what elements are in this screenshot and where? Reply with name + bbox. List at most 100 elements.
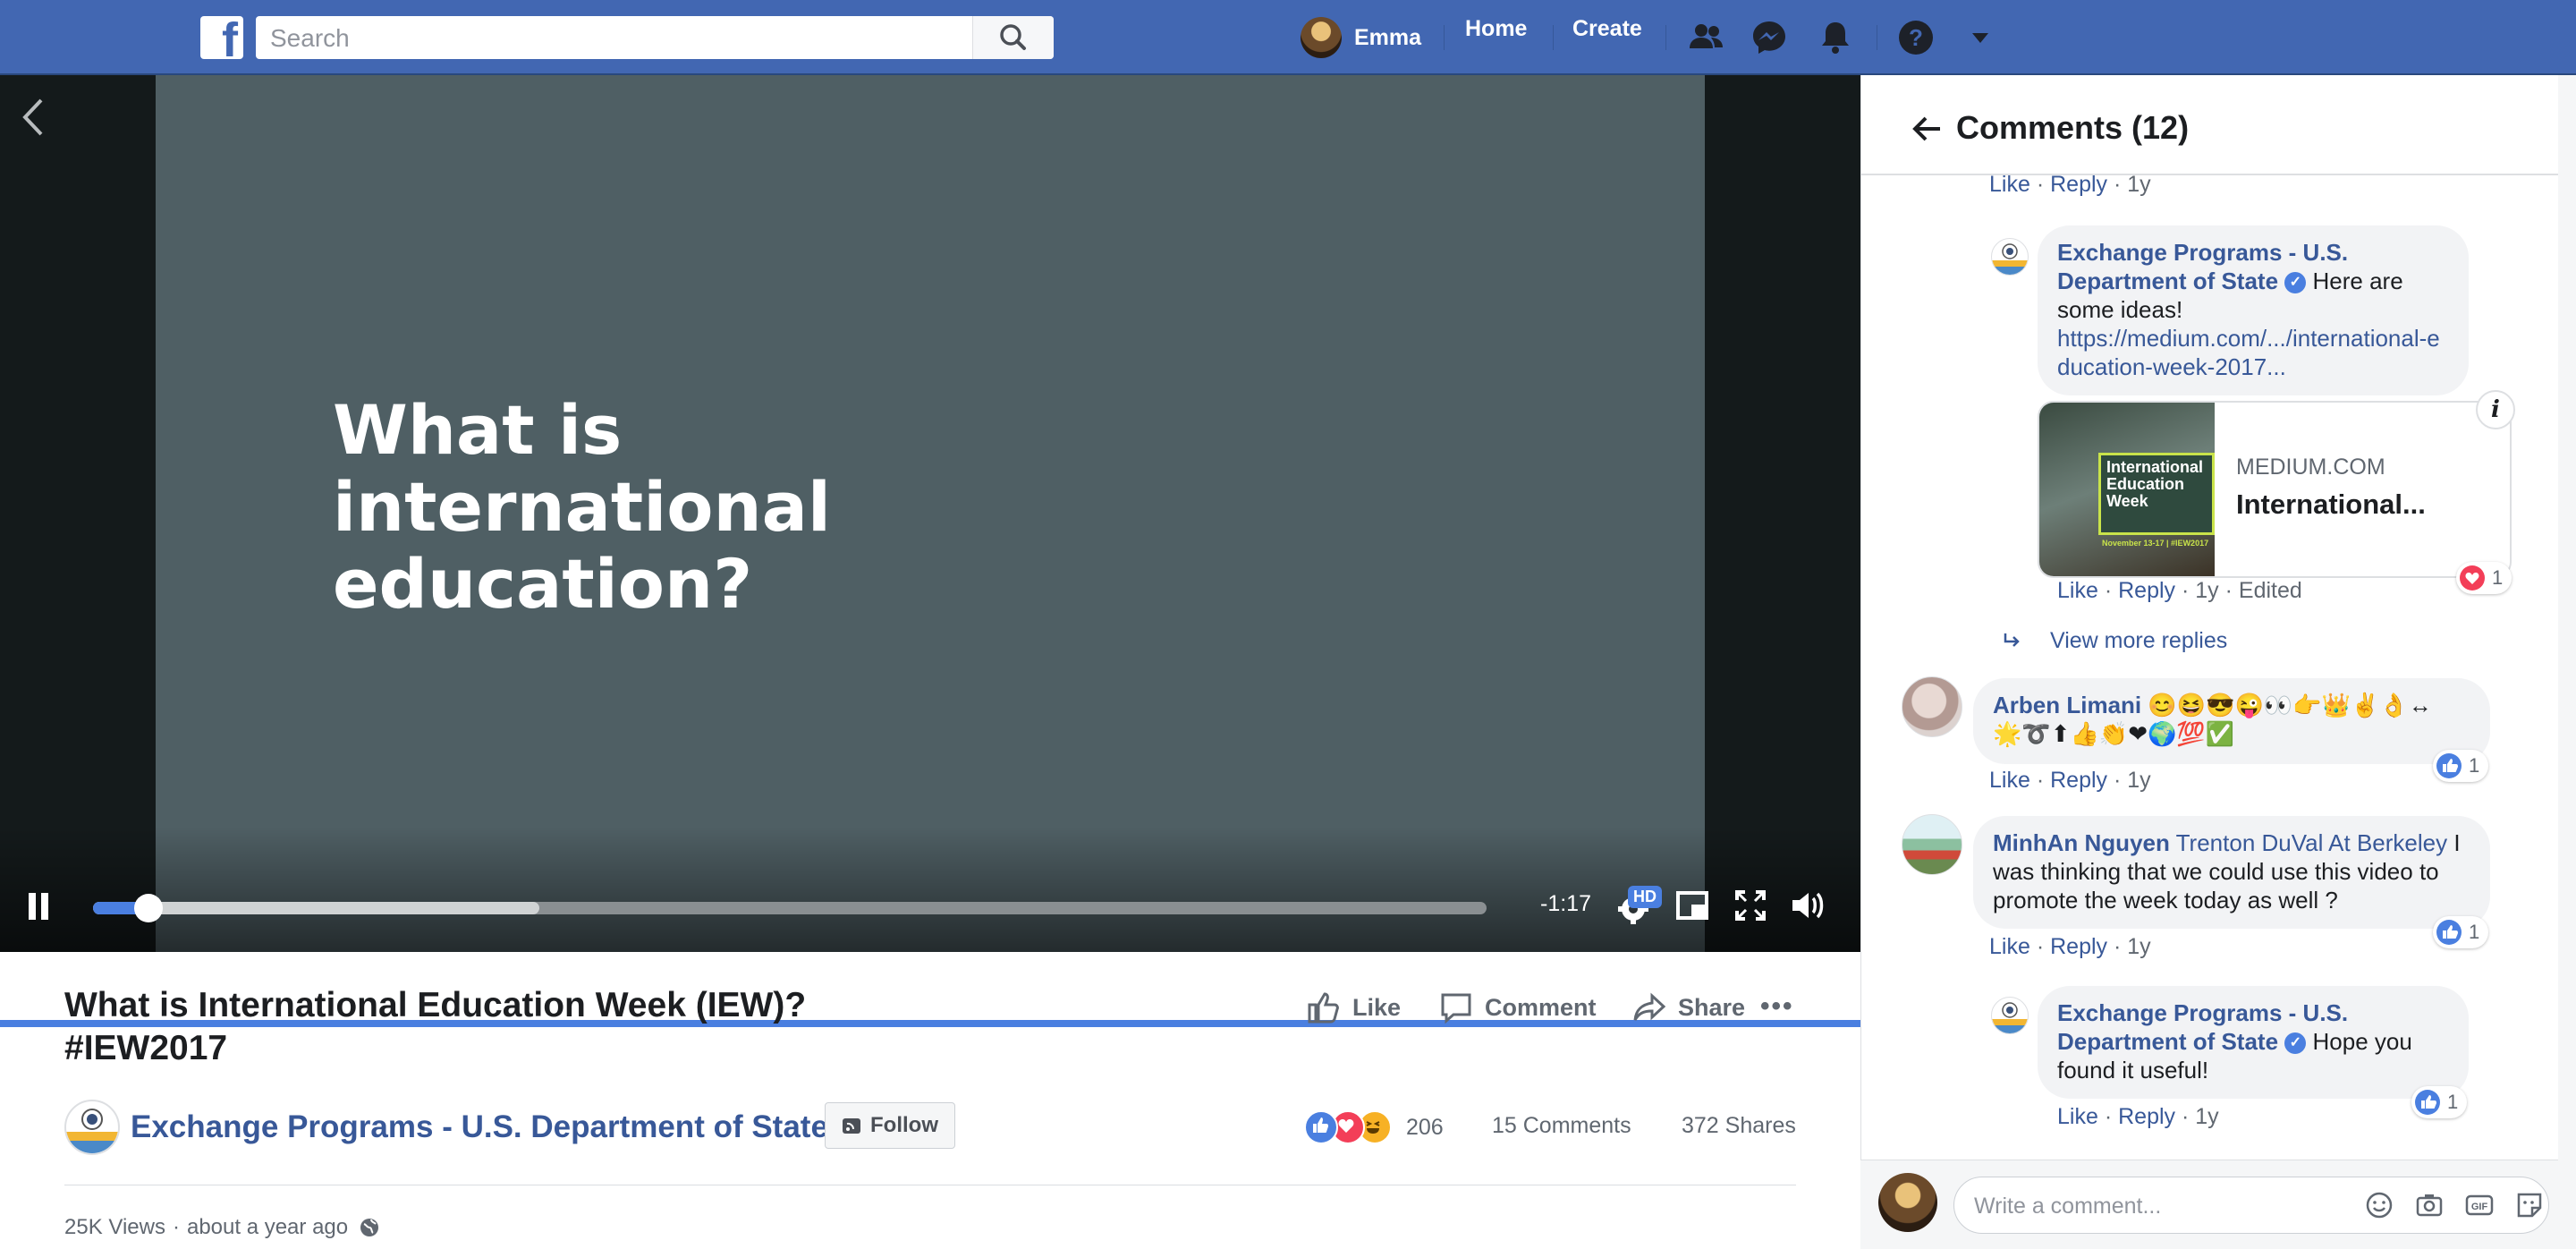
svg-text:GIF: GIF [2471,1202,2488,1212]
search-icon [1000,24,1026,50]
thumbs-up-icon [1308,992,1339,1024]
like-link[interactable]: Like [1989,768,2030,793]
volume-icon[interactable] [1787,886,1826,925]
top-navigation-bar: f Emma Home Create ? [0,0,2576,75]
comment-url-link[interactable]: https://medium.com/.../international-edu… [2057,324,2449,381]
progress-scrubber-handle[interactable] [134,894,164,922]
view-more-replies-link[interactable]: View more replies [2000,628,2227,654]
reply-arrow-icon [2004,633,2020,647]
comment-author[interactable]: Arben Limani [1993,692,2141,718]
shares-count-link[interactable]: 372 Shares [1682,1113,1796,1139]
time-remaining: -1:17 [1540,891,1591,916]
page-name-link[interactable]: Exchange Programs - U.S. Department of S… [131,1109,828,1145]
share-arrow-icon [1633,992,1666,1021]
reaction-pill[interactable]: 1 [2456,562,2512,594]
reaction-pill[interactable]: 1 [2433,750,2489,782]
pause-button[interactable] [29,893,50,920]
back-arrow-icon[interactable] [1911,113,1944,145]
comment-time[interactable]: 1y [2195,1104,2218,1129]
link-preview-image: International Education Week November 13… [2039,403,2215,576]
follow-button[interactable]: Follow [825,1102,955,1149]
like-reaction-icon [1304,1110,1338,1144]
reply-link[interactable]: Reply [2050,172,2107,197]
mentioned-user-link[interactable]: Trenton DuVal At Berkeley [2176,829,2447,856]
comment-time[interactable]: 1y [2127,934,2150,959]
post-time[interactable]: about a year ago [187,1215,348,1240]
video-post-title: What is International Education Week (IE… [64,986,807,1067]
edited-label: Edited [2238,578,2302,603]
facebook-logo-icon[interactable]: f [200,16,243,64]
friend-requests-icon[interactable] [1687,18,1726,57]
comment-button[interactable]: Comment [1438,988,1597,1027]
verified-badge-icon: ✓ [2284,272,2307,294]
commenter-avatar[interactable] [1902,676,1962,737]
like-link[interactable]: Like [1989,172,2030,197]
previous-chevron-icon[interactable] [18,93,48,141]
comment-label: Comment [1485,993,1597,1021]
user-avatar [1301,17,1342,58]
reactions-summary[interactable]: 206 [1304,1109,1444,1145]
search-input[interactable] [268,16,970,61]
page-avatar[interactable] [1991,997,2029,1034]
more-options-icon[interactable]: ••• [1760,991,1794,1022]
page-avatar[interactable] [1991,238,2029,276]
reaction-count: 206 [1406,1114,1444,1140]
comment-author[interactable]: MinhAn Nguyen [1993,829,2170,856]
video-progress-bar[interactable] [93,894,1487,922]
write-comment-bar: GIF [1860,1160,2558,1249]
reply-link[interactable]: Reply [2118,1104,2175,1129]
reply-link[interactable]: Reply [2118,578,2175,603]
profile-link[interactable]: Emma [1301,16,1421,59]
account-menu-chevron-icon[interactable] [1961,18,2000,57]
comment-time[interactable]: 1y [2127,172,2150,197]
like-reaction-icon [2436,920,2462,945]
help-icon[interactable]: ? [1896,18,1936,57]
comment-time[interactable]: 1y [2127,768,2150,793]
video-slide-text: What is international education? [333,390,831,624]
comment-input[interactable] [1972,1177,2351,1235]
sticker-icon[interactable] [2514,1190,2545,1220]
search-button[interactable] [972,16,1054,59]
mini-player-icon[interactable] [1673,886,1712,925]
comment-actions: Like · Reply · 1y [1989,172,2151,197]
fullscreen-icon[interactable] [1731,886,1770,925]
search-box [256,16,1054,61]
comments-count-link[interactable]: 15 Comments [1492,1113,1631,1139]
gif-icon[interactable]: GIF [2464,1190,2495,1220]
page-attribution: Exchange Programs - U.S. Department of S… [64,1099,828,1156]
reply-link[interactable]: Reply [2050,768,2107,793]
commenter-avatar[interactable] [1902,814,1962,875]
share-label: Share [1678,993,1746,1021]
comment-actions: Like · Reply · 1y [2057,1104,2219,1129]
share-button[interactable]: Share [1631,988,1745,1027]
like-link[interactable]: Like [1989,934,2030,959]
page-seal-logo[interactable] [64,1100,120,1155]
panel-edge [2558,75,2576,1249]
reaction-pill[interactable]: 1 [2433,916,2489,948]
svg-text:?: ? [1909,24,1923,51]
home-link[interactable]: Home [1465,16,1527,59]
user-name: Emma [1354,24,1422,50]
comment-bubble: MinhAn Nguyen Trenton DuVal At Berkeley … [1973,816,2490,929]
reaction-pill[interactable]: 1 [2411,1086,2468,1118]
reply-link[interactable]: Reply [2050,934,2107,959]
create-link[interactable]: Create [1572,16,1642,59]
comments-header: Comments (12) [1861,75,2559,175]
emoji-icon[interactable] [2364,1190,2394,1220]
nav-divider [1665,25,1666,50]
like-link[interactable]: Like [2057,578,2098,603]
comments-title: Comments (12) [1956,109,2190,146]
info-icon[interactable]: i [2476,390,2515,429]
notifications-bell-icon[interactable] [1816,18,1855,57]
like-link[interactable]: Like [2057,1104,2098,1129]
comment-bubble-icon [1441,993,1471,1024]
video-player[interactable]: What is international education? -1:17 H… [0,75,1860,1027]
messenger-icon[interactable] [1750,18,1789,57]
comment-time[interactable]: 1y [2195,578,2218,603]
user-avatar[interactable] [1878,1173,1937,1232]
comment-bubble: Arben Limani 😊😆😎😜👀👉👑✌👌↔ 🌟➰⬆👍👏❤🌍💯✅ [1973,678,2490,764]
link-preview-card[interactable]: International Education Week November 13… [2038,401,2512,578]
like-button[interactable]: Like [1306,988,1401,1027]
camera-icon[interactable] [2414,1190,2445,1220]
reply-bubble: Exchange Programs - U.S. Department of S… [2038,225,2469,395]
